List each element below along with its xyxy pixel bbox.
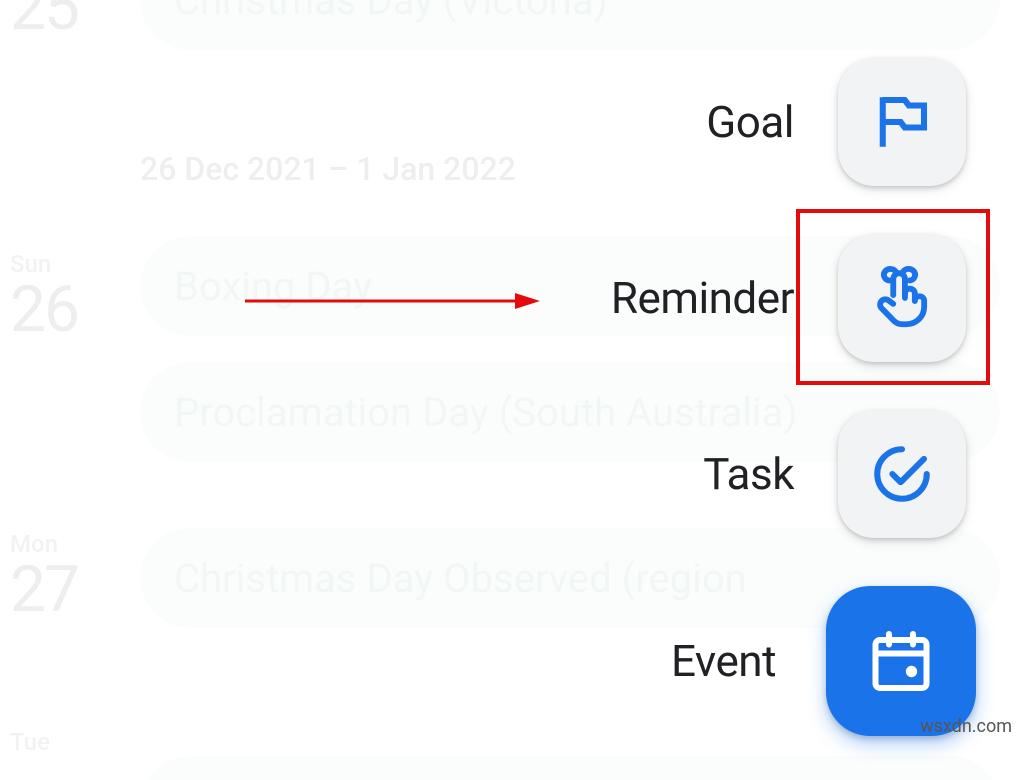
event-button-fab[interactable]: [826, 586, 976, 736]
day-dow-tue: Tue: [10, 728, 50, 756]
reminder-button[interactable]: [838, 234, 966, 362]
goal-label: Goal: [706, 96, 794, 148]
menu-item-goal[interactable]: Goal: [706, 58, 966, 186]
day-block-sun-26: Sun 26: [10, 250, 78, 342]
reminder-label: Reminder: [611, 272, 794, 324]
day-block-tue: Tue: [10, 728, 50, 756]
check-circle-icon: [869, 441, 935, 507]
task-label: Task: [703, 448, 794, 500]
calendar-day-icon: [865, 625, 937, 697]
day-num-27: 27: [10, 558, 78, 622]
flag-icon: [869, 89, 935, 155]
menu-item-reminder[interactable]: Reminder: [611, 234, 966, 362]
watermark-text: wsxdn.com: [920, 716, 1012, 737]
reminder-string-finger-icon: [867, 263, 937, 333]
task-button[interactable]: [838, 410, 966, 538]
menu-item-task[interactable]: Task: [703, 410, 966, 538]
menu-item-event[interactable]: Event: [671, 586, 976, 736]
event-label: Event: [671, 635, 776, 687]
goal-button[interactable]: [838, 58, 966, 186]
day-num-25: 25: [10, 0, 78, 40]
day-block-25: 25: [10, 0, 78, 40]
day-block-mon-27: Mon 27: [10, 530, 78, 622]
week-range-header: 26 Dec 2021 – 1 Jan 2022: [140, 150, 516, 188]
event-chip: Christmas Day (Victoria): [140, 0, 1000, 50]
create-menu: Goal Reminder Tas: [611, 58, 966, 780]
day-num-26: 26: [10, 278, 78, 342]
